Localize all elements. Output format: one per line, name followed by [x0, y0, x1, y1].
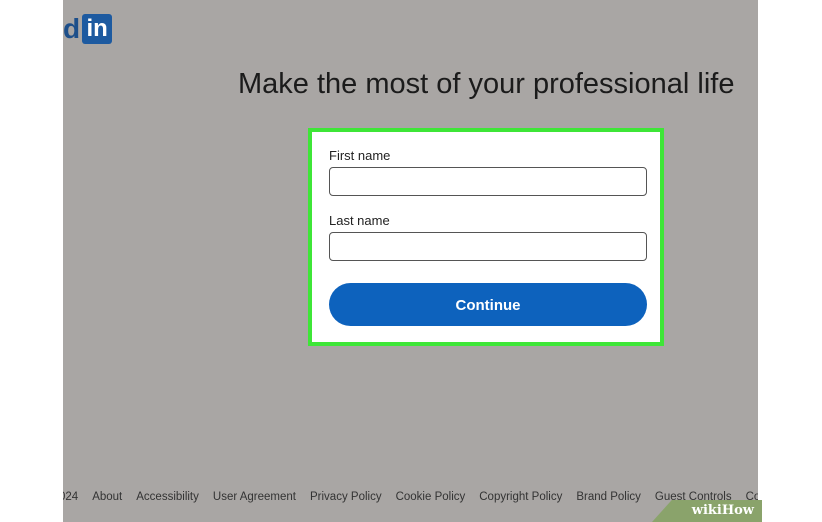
footer-links: 024 About Accessibility User Agreement P…: [63, 491, 758, 503]
first-name-input[interactable]: [329, 167, 647, 196]
footer-link-brand-policy[interactable]: Brand Policy: [576, 491, 641, 503]
logo-text: d: [63, 13, 81, 44]
footer-link-accessibility[interactable]: Accessibility: [136, 491, 199, 503]
last-name-input[interactable]: [329, 232, 647, 261]
footer-link-copyright-policy[interactable]: Copyright Policy: [479, 491, 562, 503]
first-name-label: First name: [329, 148, 391, 163]
footer-copyright: 024: [63, 491, 79, 503]
logo-badge: in: [82, 14, 113, 44]
join-form: First name Last name Continue: [308, 128, 664, 346]
footer-link-about[interactable]: About: [92, 491, 122, 503]
watermark-prefix: wiki: [691, 503, 722, 518]
footer-link-privacy-policy[interactable]: Privacy Policy: [310, 491, 382, 503]
browser-screen: d in Make the most of your professional …: [63, 0, 758, 522]
footer-link-cookie-policy[interactable]: Cookie Policy: [396, 491, 466, 503]
watermark-suffix: How: [721, 503, 754, 518]
linkedin-logo[interactable]: d in: [63, 13, 113, 44]
last-name-label: Last name: [329, 213, 390, 228]
page-title: Make the most of your professional life: [238, 68, 735, 100]
footer-link-user-agreement[interactable]: User Agreement: [213, 491, 296, 503]
continue-button[interactable]: Continue: [329, 283, 647, 326]
